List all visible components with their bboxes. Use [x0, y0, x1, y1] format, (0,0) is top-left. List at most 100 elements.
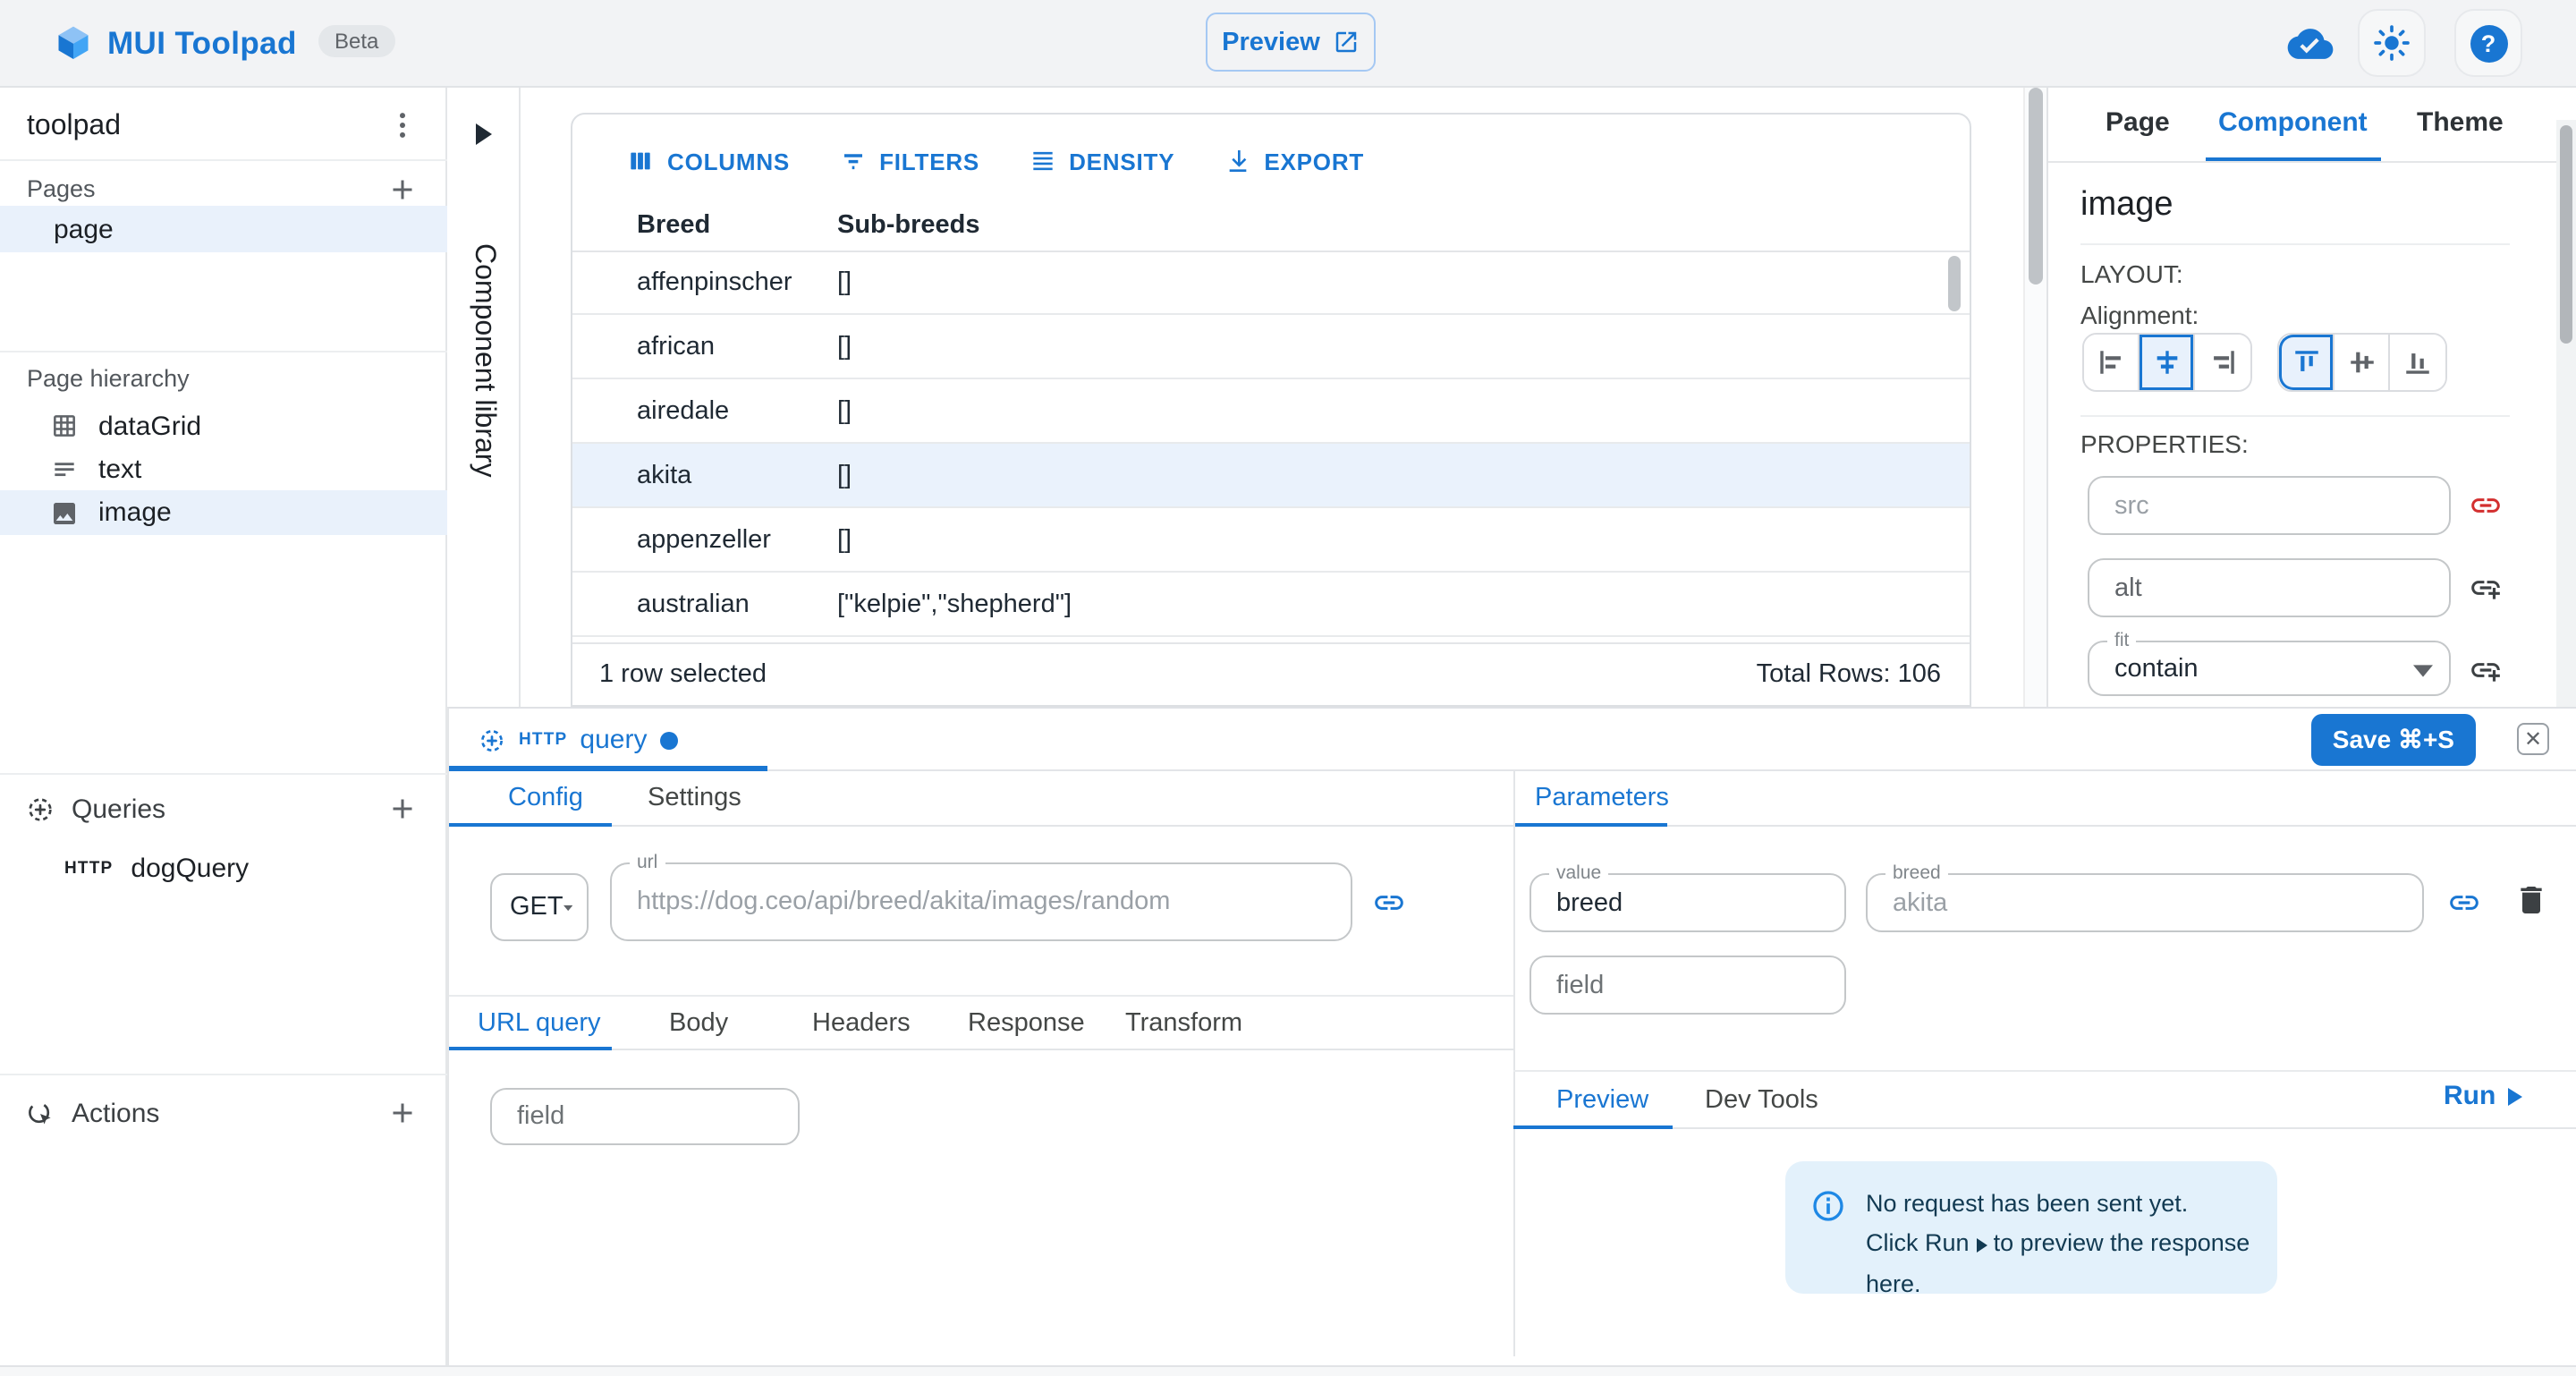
- fit-label: fit: [2107, 630, 2136, 654]
- canvas-scrollbar[interactable]: [2023, 86, 2046, 707]
- tab-response[interactable]: Response: [968, 1009, 1085, 1038]
- url-query-field-input[interactable]: field: [490, 1088, 800, 1145]
- add-query-button[interactable]: [385, 791, 420, 827]
- beta-badge: Beta: [318, 25, 394, 57]
- chevron-down-icon: [564, 901, 572, 913]
- preview-button[interactable]: Preview: [1206, 13, 1376, 72]
- active-tab-indicator: [1513, 822, 1667, 827]
- cell-subbreeds: []: [837, 461, 852, 489]
- help-button[interactable]: ?: [2454, 9, 2522, 77]
- hierarchy-item-image[interactable]: image: [0, 490, 447, 535]
- cell-breed: affenpinscher: [637, 268, 792, 296]
- table-row[interactable]: appenzeller []: [572, 508, 1970, 573]
- query-tab[interactable]: HTTP query: [478, 709, 677, 771]
- export-button[interactable]: EXPORT: [1223, 147, 1364, 175]
- total-rows: Total Rows: 106: [1757, 660, 1941, 689]
- tab-body[interactable]: Body: [669, 1009, 728, 1038]
- url-binding-link-icon[interactable]: [1372, 886, 1406, 920]
- alt-add-binding-icon[interactable]: [2469, 571, 2503, 605]
- align-vertical-bottom-button[interactable]: [2390, 335, 2445, 390]
- divider: [2080, 243, 2510, 245]
- columns-button[interactable]: COLUMNS: [626, 147, 790, 175]
- density-button[interactable]: DENSITY: [1028, 147, 1174, 175]
- fit-select[interactable]: fit contain: [2088, 641, 2451, 696]
- bottom-edge: [0, 1365, 2576, 1376]
- active-tab-indicator: [449, 1046, 612, 1050]
- fit-add-binding-icon[interactable]: [2469, 653, 2503, 687]
- add-page-button[interactable]: [385, 172, 420, 208]
- hierarchy-item-label: image: [98, 497, 172, 528]
- request-tabs: URL query Body Headers Response Transfor…: [449, 995, 1513, 1050]
- src-input[interactable]: src: [2088, 476, 2451, 535]
- alert-line2: Click Run to preview the response here.: [1866, 1225, 2252, 1304]
- tab-transform[interactable]: Transform: [1125, 1009, 1242, 1038]
- align-horizontal-left-button[interactable]: [2084, 335, 2140, 390]
- inspector-scrollbar-thumb[interactable]: [2560, 125, 2572, 344]
- unsaved-dot-icon: [659, 731, 677, 749]
- column-header-breed[interactable]: Breed: [637, 210, 710, 239]
- align-horizontal-center-button[interactable]: [2140, 335, 2195, 390]
- save-button[interactable]: Save ⌘+S: [2311, 714, 2476, 766]
- theme-toggle-button[interactable]: [2358, 9, 2426, 77]
- tab-parameters[interactable]: Parameters: [1535, 784, 1669, 812]
- align-horizontal-right-button[interactable]: [2195, 335, 2250, 390]
- table-row[interactable]: african []: [572, 315, 1970, 379]
- export-label: EXPORT: [1264, 148, 1364, 174]
- tab-config[interactable]: Config: [508, 784, 583, 812]
- cell-subbreeds: []: [837, 525, 852, 554]
- filters-button[interactable]: FILTERS: [838, 147, 979, 175]
- mui-toolpad-app: MUI Toolpad Beta Preview ? toolpad Pages…: [0, 0, 2576, 1374]
- tab-component[interactable]: Component: [2218, 107, 2368, 138]
- src-binding-link-icon[interactable]: [2469, 488, 2503, 522]
- tab-url-query[interactable]: URL query: [478, 1009, 601, 1038]
- density-label: DENSITY: [1069, 148, 1174, 174]
- table-row[interactable]: affenpinscher []: [572, 251, 1970, 315]
- hierarchy-item-datagrid[interactable]: dataGrid: [50, 404, 201, 447]
- canvas-scrollbar-thumb[interactable]: [2029, 88, 2043, 285]
- divider: [0, 1074, 447, 1075]
- tab-settings[interactable]: Settings: [648, 784, 741, 812]
- query-item-dogquery[interactable]: HTTP dogQuery: [64, 845, 249, 891]
- inspector-scrollbar[interactable]: [2556, 120, 2576, 707]
- table-row[interactable]: australian ["kelpie","shepherd"]: [572, 573, 1970, 637]
- cell-subbreeds: ["kelpie","shepherd"]: [837, 590, 1072, 618]
- tab-headers[interactable]: Headers: [812, 1009, 911, 1038]
- hierarchy-item-text[interactable]: text: [50, 447, 141, 490]
- datagrid-component[interactable]: COLUMNS FILTERS DENSITY EXPORT Breed Sub…: [571, 113, 1971, 707]
- project-menu-button[interactable]: [385, 107, 420, 143]
- delete-param-icon[interactable]: [2513, 882, 2549, 918]
- align-horizontal-left-icon: [2096, 347, 2126, 378]
- column-header-subbreeds[interactable]: Sub-breeds: [837, 210, 980, 239]
- method-select[interactable]: GET: [490, 873, 589, 941]
- vertical-align-group: [2277, 333, 2447, 392]
- component-name-heading: image: [2080, 186, 2174, 225]
- play-icon: [2508, 1087, 2522, 1105]
- align-vertical-top-button[interactable]: [2279, 335, 2334, 390]
- alt-input[interactable]: alt: [2088, 558, 2451, 617]
- tab-page[interactable]: Page: [2106, 107, 2170, 138]
- datagrid-toolbar: COLUMNS FILTERS DENSITY EXPORT: [626, 140, 1364, 183]
- table-row-selected[interactable]: akita []: [572, 444, 1970, 508]
- close-icon[interactable]: ✕: [2517, 723, 2549, 755]
- param-name-input[interactable]: breed akita: [1866, 873, 2424, 932]
- url-input[interactable]: url https://dog.ceo/api/breed/akita/imag…: [610, 862, 1352, 941]
- density-icon: [1028, 147, 1056, 175]
- new-param-input[interactable]: field: [1530, 956, 1846, 1015]
- run-button[interactable]: Run: [2444, 1081, 2522, 1111]
- table-row[interactable]: airedale []: [572, 379, 1970, 444]
- filters-label: FILTERS: [879, 148, 979, 174]
- align-vertical-center-button[interactable]: [2334, 335, 2390, 390]
- param-value-input[interactable]: value breed: [1530, 873, 1846, 932]
- breed-field-label: breed: [1885, 862, 1948, 887]
- tab-theme[interactable]: Theme: [2417, 107, 2504, 138]
- tab-dev-tools[interactable]: Dev Tools: [1705, 1086, 1818, 1115]
- method-value: GET: [510, 893, 564, 922]
- sun-icon: [2372, 23, 2411, 63]
- http-badge: HTTP: [519, 730, 567, 750]
- param-binding-link-icon[interactable]: [2447, 886, 2481, 920]
- add-action-button[interactable]: [385, 1095, 420, 1131]
- tab-preview[interactable]: Preview: [1556, 1086, 1648, 1115]
- sidebar-item-page[interactable]: page: [0, 206, 447, 252]
- chevron-down-icon: [2413, 664, 2433, 678]
- datagrid-scrollbar-thumb[interactable]: [1948, 256, 1961, 311]
